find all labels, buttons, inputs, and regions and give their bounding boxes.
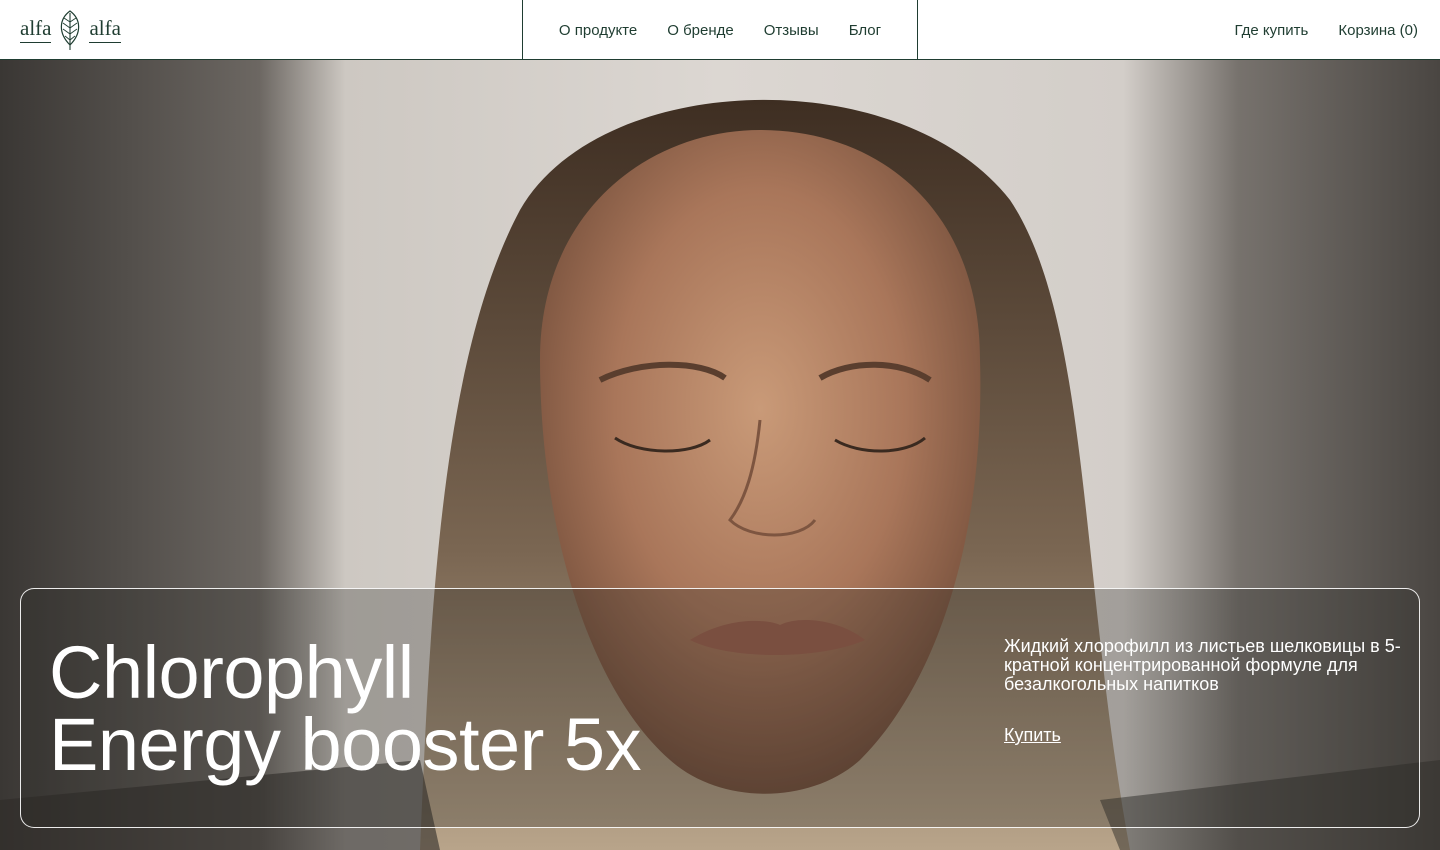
brand-logo[interactable]: alfa alfa	[20, 8, 142, 52]
hero-title-line1: Chlorophyll	[49, 631, 414, 714]
hero-title-line2: Energy booster 5x	[49, 703, 642, 786]
nav-item-blog[interactable]: Блог	[849, 23, 881, 38]
logo-word-left: alfa	[20, 17, 52, 43]
logo-word-right: alfa	[89, 17, 121, 43]
hero-title: Chlorophyll Energy booster 5x	[49, 631, 642, 786]
where-to-buy-link[interactable]: Где купить	[1235, 23, 1309, 38]
site-header: alfa alfa О продукте О бренде Отзывы Бло…	[0, 0, 1440, 60]
hero-card: Chlorophyll Energy booster 5x Жидкий хло…	[20, 588, 1420, 828]
hero-section: Chlorophyll Energy booster 5x Жидкий хло…	[0, 60, 1440, 850]
main-nav: О продукте О бренде Отзывы Блог	[522, 0, 918, 60]
nav-item-brand[interactable]: О бренде	[667, 23, 734, 38]
hero-description: Жидкий хлорофилл из листьев шелковицы в …	[1004, 636, 1401, 694]
buy-link[interactable]: Купить	[1004, 725, 1061, 746]
leaf-icon	[61, 10, 80, 50]
nav-item-reviews[interactable]: Отзывы	[764, 23, 819, 38]
nav-item-product[interactable]: О продукте	[559, 23, 637, 38]
header-right-links: Где купить Корзина (0)	[1235, 0, 1418, 60]
cart-link[interactable]: Корзина (0)	[1338, 23, 1418, 38]
